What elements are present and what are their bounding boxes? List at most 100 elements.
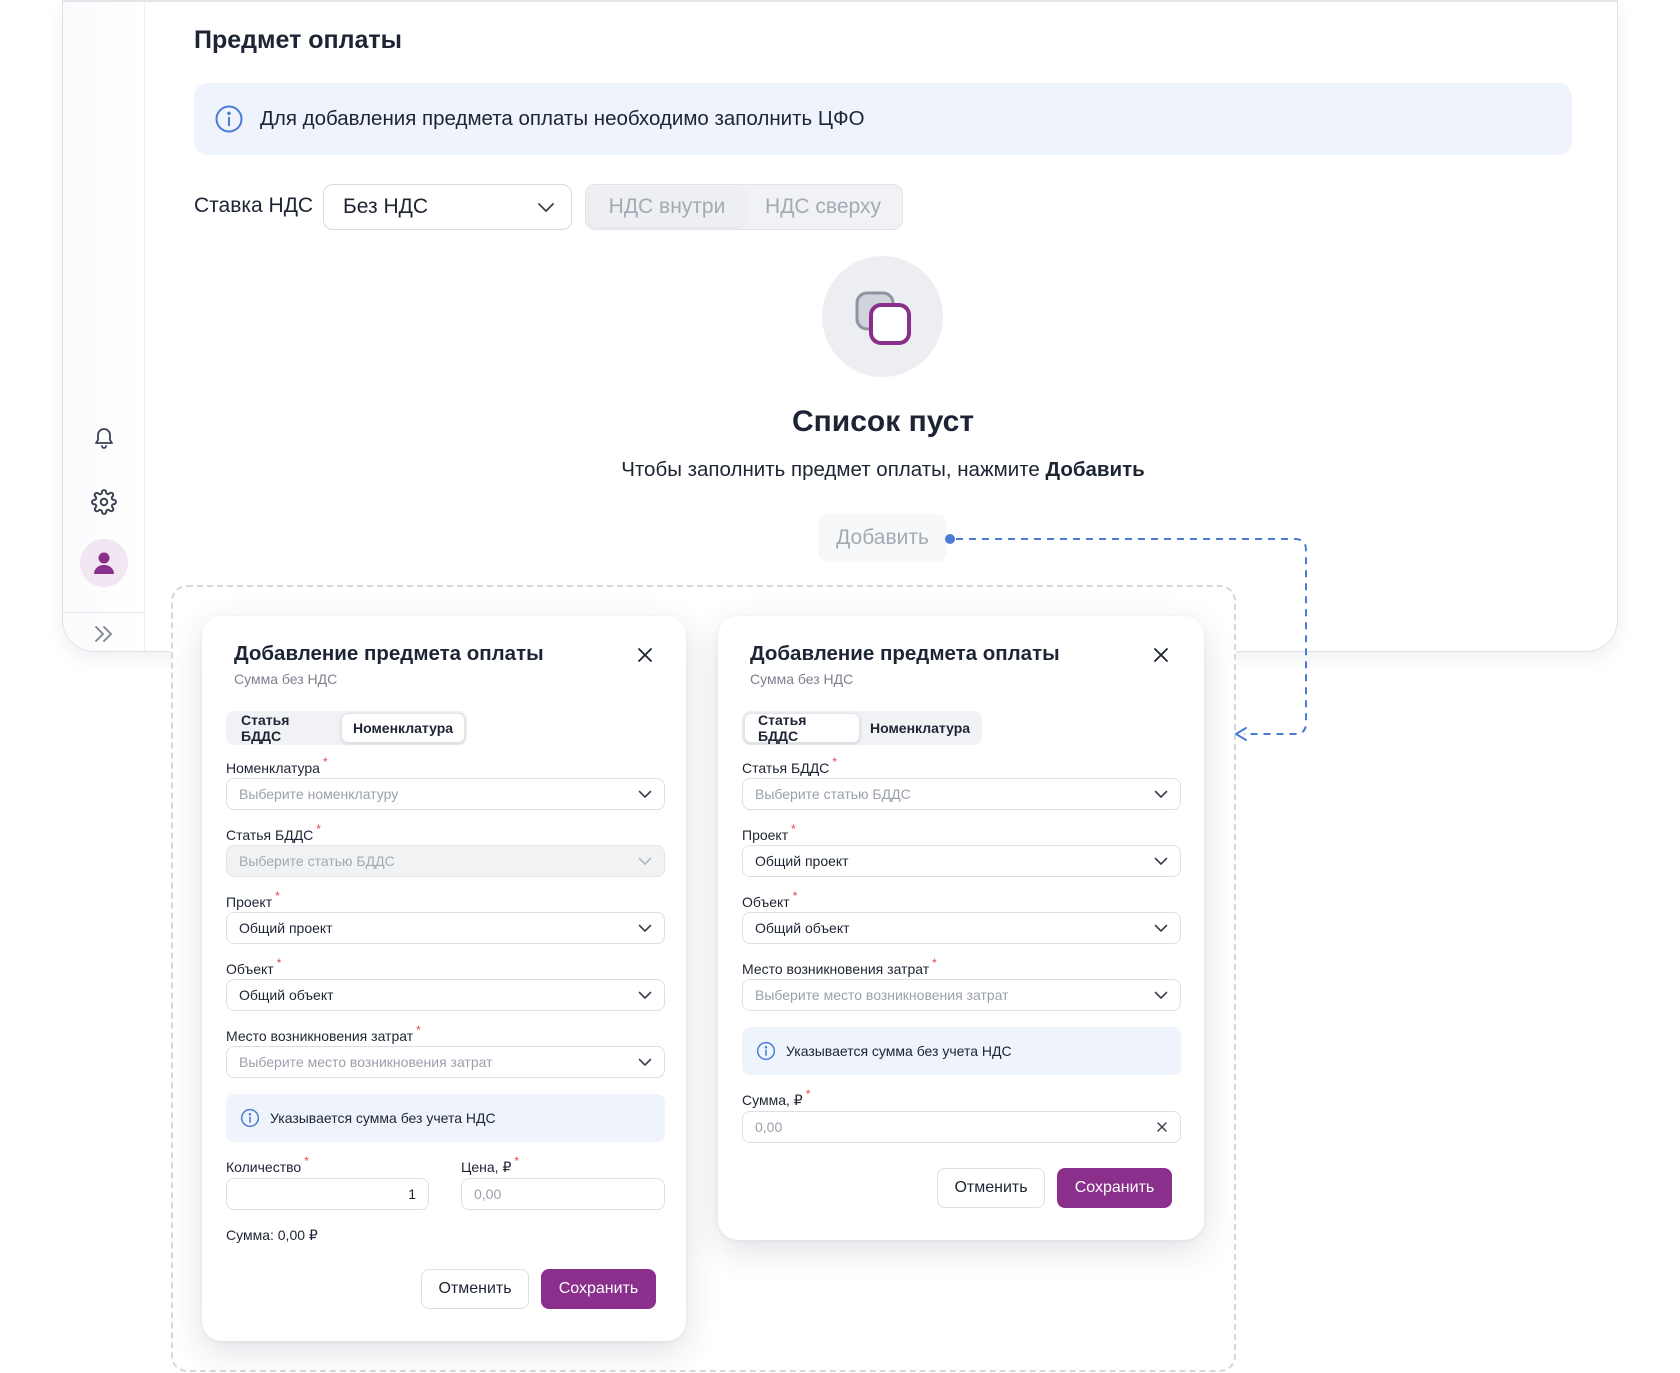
project-label: Проект * <box>742 822 796 843</box>
chevron-down-icon <box>538 203 554 212</box>
quantity-label-text: Количество <box>226 1159 302 1175</box>
dialog-title: Добавление предмета оплаты <box>750 642 1060 665</box>
cancel-button[interactable]: Отменить <box>421 1269 529 1309</box>
sum-total: Сумма: 0,00 ₽ <box>226 1227 318 1243</box>
price-label: Цена, ₽ * <box>461 1154 519 1176</box>
required-mark: * <box>275 889 280 903</box>
chevron-down-icon <box>1154 857 1168 865</box>
tab-nomenclature[interactable]: Номенклатура <box>341 713 465 743</box>
required-mark: * <box>316 822 321 836</box>
chevron-down-icon <box>638 991 652 999</box>
quantity-value: 1 <box>408 1186 416 1202</box>
amount-placeholder: 0,00 <box>755 1119 783 1135</box>
tabs: Статья БДДС Номенклатура <box>226 711 467 745</box>
quantity-label: Количество * <box>226 1154 309 1175</box>
sidebar-divider <box>63 612 145 613</box>
vat-mode-on-top[interactable]: НДС сверху <box>746 187 900 227</box>
add-button[interactable]: Добавить <box>818 514 947 562</box>
bdds-select[interactable]: Выберите статью БДДС <box>742 778 1181 810</box>
bdds-label-text: Статья БДДС <box>742 760 830 776</box>
empty-subtitle-text: Чтобы заполнить предмет оплаты, нажмите <box>621 458 1046 481</box>
close-icon[interactable] <box>1150 644 1172 666</box>
bdds-select[interactable]: Выберите статью БДДС <box>226 845 665 877</box>
project-label-text: Проект <box>226 894 273 910</box>
vat-note-text: Указывается сумма без учета НДС <box>270 1110 496 1126</box>
close-icon[interactable] <box>634 644 656 666</box>
object-value: Общий объект <box>755 920 850 936</box>
price-placeholder: 0,00 <box>474 1186 502 1202</box>
price-input[interactable]: 0,00 <box>461 1178 665 1210</box>
required-mark: * <box>276 956 282 970</box>
info-icon <box>756 1041 776 1061</box>
cost-center-label: Место возникновения затрат * <box>226 1023 421 1044</box>
avatar[interactable] <box>63 539 145 587</box>
bdds-placeholder: Выберите статью БДДС <box>755 786 911 802</box>
empty-subtitle: Чтобы заполнить предмет оплаты, нажмите … <box>0 458 1680 482</box>
price-label-text: Цена, ₽ <box>461 1159 512 1175</box>
required-mark: * <box>791 822 796 836</box>
vat-label: Ставка НДС <box>194 194 314 217</box>
object-select[interactable]: Общий объект <box>742 912 1181 944</box>
project-label: Проект * <box>226 889 280 910</box>
bdds-label: Статья БДДС * <box>226 822 321 843</box>
screen: Предмет оплаты Для добавления предмета о… <box>0 0 1680 1373</box>
vat-note: Указывается сумма без учета НДС <box>226 1094 665 1142</box>
bdds-placeholder: Выберите статью БДДС <box>239 853 395 869</box>
cost-center-label-text: Место возникновения затрат <box>742 961 930 977</box>
required-mark: * <box>832 755 837 769</box>
vat-select-value: Без НДС <box>343 195 429 218</box>
tabs: Статья БДДС Номенклатура <box>742 711 982 745</box>
nomenclature-placeholder: Выберите номенклатуру <box>239 786 399 802</box>
info-banner-text: Для добавления предмета оплаты необходим… <box>260 107 865 130</box>
save-button[interactable]: Сохранить <box>541 1269 656 1309</box>
nomenclature-label: Номенклатура * <box>226 755 328 776</box>
vat-select[interactable]: Без НДС <box>323 184 572 230</box>
object-label: Объект * <box>742 889 797 910</box>
project-value: Общий проект <box>755 853 849 869</box>
vat-mode-inside[interactable]: НДС внутри <box>588 187 746 227</box>
tab-bdds[interactable]: Статья БДДС <box>744 712 860 744</box>
chevron-down-icon <box>638 1058 652 1066</box>
project-select[interactable]: Общий проект <box>742 845 1181 877</box>
cancel-button[interactable]: Отменить <box>937 1168 1045 1208</box>
info-icon <box>215 105 243 133</box>
vat-note-text: Указывается сумма без учета НДС <box>786 1043 1012 1059</box>
chevron-down-icon <box>1154 991 1168 999</box>
cost-center-select[interactable]: Выберите место возникновения затрат <box>742 979 1181 1011</box>
required-mark: * <box>932 956 937 970</box>
info-banner: Для добавления предмета оплаты необходим… <box>194 83 1572 155</box>
tab-bdds[interactable]: Статья БДДС <box>228 712 341 744</box>
required-mark: * <box>304 1154 309 1168</box>
nomenclature-select[interactable]: Выберите номенклатуру <box>226 778 665 810</box>
quantity-input[interactable]: 1 <box>226 1178 429 1210</box>
object-select[interactable]: Общий объект <box>226 979 665 1011</box>
amount-label-text: Сумма, ₽ <box>742 1092 803 1108</box>
required-mark: * <box>805 1087 811 1101</box>
cost-center-select[interactable]: Выберите место возникновения затрат <box>226 1046 665 1078</box>
amount-input[interactable]: 0,00 <box>742 1111 1181 1143</box>
amount-label: Сумма, ₽ * <box>742 1087 810 1109</box>
empty-title: Список пуст <box>791 405 975 438</box>
cost-center-placeholder: Выберите место возникновения затрат <box>755 987 1009 1003</box>
bdds-label: Статья БДДС * <box>742 755 837 776</box>
cost-center-placeholder: Выберите место возникновения затрат <box>239 1054 493 1070</box>
project-select[interactable]: Общий проект <box>226 912 665 944</box>
vat-note: Указывается сумма без учета НДС <box>742 1027 1181 1075</box>
object-label-text: Объект <box>742 894 790 910</box>
clear-icon[interactable] <box>1156 1121 1168 1133</box>
page-title: Предмет оплаты <box>194 26 403 54</box>
cost-center-label: Место возникновения затрат * <box>742 956 937 977</box>
user-icon <box>80 539 128 587</box>
vat-mode-switch: НДС внутри НДС сверху <box>585 184 903 230</box>
tab-nomenclature[interactable]: Номенклатура <box>860 713 980 743</box>
chevron-down-icon <box>1154 790 1168 798</box>
dialog-title: Добавление предмета оплаты <box>234 642 544 665</box>
project-label-text: Проект <box>742 827 789 843</box>
save-button[interactable]: Сохранить <box>1057 1168 1172 1208</box>
dialog-bdds: Добавление предмета оплаты Сумма без НДС… <box>718 616 1204 1240</box>
double-chevron-right-icon[interactable] <box>63 622 145 646</box>
chevron-down-icon <box>638 857 652 865</box>
object-value: Общий объект <box>239 987 334 1003</box>
object-label-text: Объект <box>226 961 274 977</box>
gear-icon[interactable] <box>63 486 145 518</box>
